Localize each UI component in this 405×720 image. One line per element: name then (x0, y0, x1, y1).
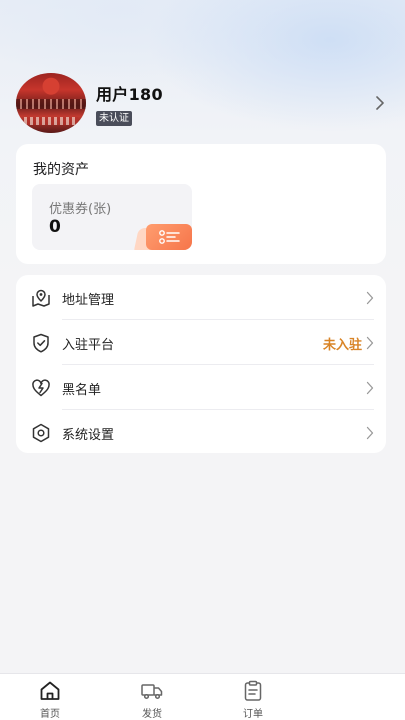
chevron-right-icon (366, 381, 374, 395)
menu-card: 地址管理 入驻平台 未入驻 黑名单 系统设置 (16, 275, 386, 453)
tab-ship[interactable]: 发货 (112, 674, 192, 720)
home-icon (40, 681, 60, 700)
menu-item-blacklist[interactable]: 黑名单 (16, 365, 386, 410)
location-map-icon (32, 289, 50, 307)
menu-label-blacklist: 黑名单 (62, 383, 102, 398)
menu-item-settings[interactable]: 系统设置 (16, 410, 386, 455)
avatar[interactable] (16, 73, 86, 133)
profile-info: 用户180 未认证 (96, 81, 163, 126)
verification-badge: 未认证 (96, 110, 132, 126)
coupon-list-icon (146, 224, 192, 250)
tab-label-home: 首页 (40, 709, 60, 720)
tab-orders[interactable]: 订单 (213, 674, 293, 720)
assets-title: 我的资产 (33, 162, 89, 178)
assets-card: 我的资产 优惠券(张) 0 (16, 144, 386, 264)
join-status-text: 未入驻 (322, 338, 362, 353)
tab-home[interactable]: 首页 (10, 674, 90, 720)
chevron-right-icon[interactable] (373, 94, 387, 112)
tab-label-ship: 发货 (142, 709, 162, 720)
chevron-right-icon (366, 336, 374, 350)
user-name: 用户180 (96, 84, 163, 104)
coupon-count: 0 (49, 217, 61, 237)
hexagon-settings-icon (32, 423, 50, 443)
menu-item-address[interactable]: 地址管理 (16, 275, 386, 320)
menu-label-join-platform: 入驻平台 (62, 338, 115, 353)
menu-label-settings: 系统设置 (62, 428, 115, 443)
bottom-tab-bar: 首页 发货 订单 (0, 673, 405, 720)
menu-item-join-platform[interactable]: 入驻平台 未入驻 (16, 320, 386, 365)
profile-header[interactable]: 用户180 未认证 (16, 72, 389, 134)
chevron-right-icon (366, 291, 374, 305)
shield-check-icon (33, 333, 49, 353)
menu-label-address: 地址管理 (62, 293, 115, 308)
coupon-tile[interactable]: 优惠券(张) 0 (32, 184, 192, 250)
tab-label-orders: 订单 (243, 709, 263, 720)
coupon-label: 优惠券(张) (49, 202, 112, 217)
broken-heart-icon (32, 379, 50, 397)
chevron-right-icon (366, 426, 374, 440)
clipboard-icon (244, 680, 262, 701)
truck-icon (141, 684, 163, 700)
